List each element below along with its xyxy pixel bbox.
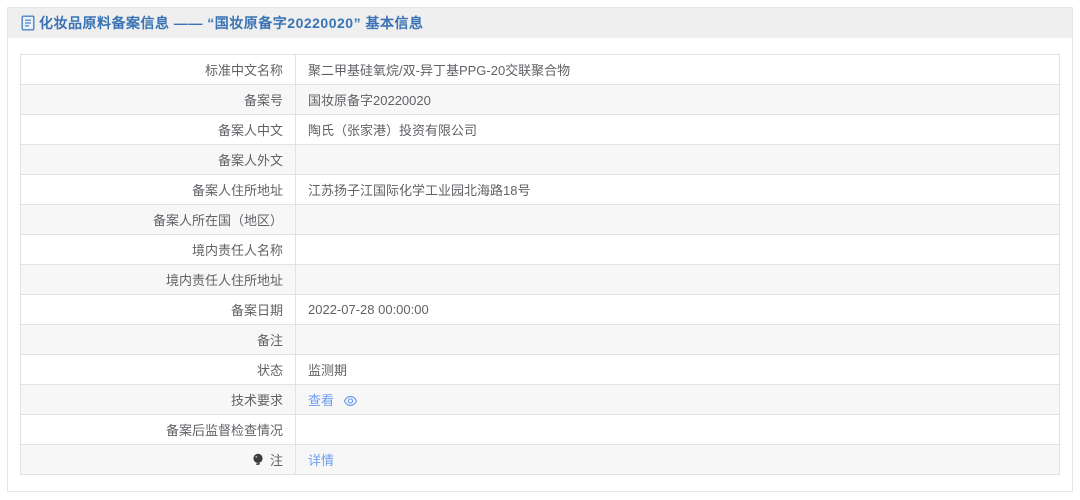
row-label: 技术要求 bbox=[21, 385, 296, 415]
table-row: 备案人所在国（地区） bbox=[21, 205, 1060, 235]
row-label: 备案人中文 bbox=[21, 115, 296, 145]
row-label: 备案日期 bbox=[21, 295, 296, 325]
row-label-text: 技术要求 bbox=[231, 393, 283, 408]
row-value-link[interactable]: 查看 bbox=[308, 393, 334, 408]
row-value-text: 江苏扬子江国际化学工业园北海路18号 bbox=[308, 183, 530, 198]
row-label-text: 备案人所在国（地区） bbox=[153, 213, 283, 228]
bulb-icon bbox=[252, 453, 264, 470]
filing-info-table: 标准中文名称 聚二甲基硅氧烷/双-异丁基PPG-20交联聚合物 备案号 bbox=[20, 54, 1060, 475]
table-row: 境内责任人名称 bbox=[21, 235, 1060, 265]
row-value: 2022-07-28 00:00:00 bbox=[296, 295, 1060, 325]
table-row: 备案人中文 陶氏（张家港）投资有限公司 bbox=[21, 115, 1060, 145]
row-value bbox=[296, 205, 1060, 235]
row-value-text: 聚二甲基硅氧烷/双-异丁基PPG-20交联聚合物 bbox=[308, 63, 570, 78]
row-label-text: 备注 bbox=[257, 333, 283, 348]
row-value-text: 国妆原备字20220020 bbox=[308, 93, 431, 108]
row-label-text: 标准中文名称 bbox=[205, 63, 283, 78]
table-row: 状态 监测期 bbox=[21, 355, 1060, 385]
row-label-text: 境内责任人名称 bbox=[192, 243, 283, 258]
page-title: 化妆品原料备案信息 —— “国妆原备字20220020” 基本信息 bbox=[39, 13, 423, 33]
table-row: 备案日期 2022-07-28 00:00:00 bbox=[21, 295, 1060, 325]
row-value-link[interactable]: 详情 bbox=[308, 453, 334, 468]
row-label-text: 境内责任人住所地址 bbox=[166, 273, 283, 288]
table-row: 境内责任人住所地址 bbox=[21, 265, 1060, 295]
row-label-text: 备案号 bbox=[244, 93, 283, 108]
table-body: 标准中文名称 聚二甲基硅氧烷/双-异丁基PPG-20交联聚合物 备案号 bbox=[21, 55, 1060, 475]
table-row: 备案人外文 bbox=[21, 145, 1060, 175]
table-row: 注 详情 bbox=[21, 445, 1060, 475]
row-value: 详情 bbox=[296, 445, 1060, 475]
row-label-text: 状态 bbox=[257, 363, 283, 378]
table-row: 技术要求 查看 bbox=[21, 385, 1060, 415]
row-label: 备注 bbox=[21, 325, 296, 355]
row-label-text: 备案日期 bbox=[231, 303, 283, 318]
row-value-text: 陶氏（张家港）投资有限公司 bbox=[308, 123, 477, 138]
row-label: 备案后监督检查情况 bbox=[21, 415, 296, 445]
row-value: 江苏扬子江国际化学工业园北海路18号 bbox=[296, 175, 1060, 205]
row-value-text: 监测期 bbox=[308, 363, 347, 378]
row-value bbox=[296, 145, 1060, 175]
row-value bbox=[296, 235, 1060, 265]
table-row: 备案人住所地址 江苏扬子江国际化学工业园北海路18号 bbox=[21, 175, 1060, 205]
row-label: 境内责任人住所地址 bbox=[21, 265, 296, 295]
row-value: 聚二甲基硅氧烷/双-异丁基PPG-20交联聚合物 bbox=[296, 55, 1060, 85]
page: 化妆品原料备案信息 —— “国妆原备字20220020” 基本信息 标准中文名称… bbox=[0, 0, 1080, 500]
row-label-text: 备案后监督检查情况 bbox=[166, 423, 283, 438]
row-value-text: 2022-07-28 00:00:00 bbox=[308, 302, 429, 317]
row-label-text: 备案人中文 bbox=[218, 123, 283, 138]
row-label: 状态 bbox=[21, 355, 296, 385]
row-value bbox=[296, 415, 1060, 445]
row-label: 注 bbox=[21, 445, 296, 475]
row-label-text: 备案人外文 bbox=[218, 153, 283, 168]
panel-header: 化妆品原料备案信息 —— “国妆原备字20220020” 基本信息 bbox=[8, 8, 1072, 38]
table-row: 备案号 国妆原备字20220020 bbox=[21, 85, 1060, 115]
table-row: 标准中文名称 聚二甲基硅氧烷/双-异丁基PPG-20交联聚合物 bbox=[21, 55, 1060, 85]
row-label: 备案人所在国（地区） bbox=[21, 205, 296, 235]
row-value: 查看 bbox=[296, 385, 1060, 415]
table-row: 备案后监督检查情况 bbox=[21, 415, 1060, 445]
row-value bbox=[296, 325, 1060, 355]
row-label: 备案人外文 bbox=[21, 145, 296, 175]
row-value: 陶氏（张家港）投资有限公司 bbox=[296, 115, 1060, 145]
row-label: 备案人住所地址 bbox=[21, 175, 296, 205]
row-label: 境内责任人名称 bbox=[21, 235, 296, 265]
row-label-text: 备案人住所地址 bbox=[192, 183, 283, 198]
row-label: 备案号 bbox=[21, 85, 296, 115]
row-label: 标准中文名称 bbox=[21, 55, 296, 85]
table-row: 备注 bbox=[21, 325, 1060, 355]
row-value: 国妆原备字20220020 bbox=[296, 85, 1060, 115]
filing-info-panel: 化妆品原料备案信息 —— “国妆原备字20220020” 基本信息 标准中文名称… bbox=[7, 7, 1073, 492]
row-value: 监测期 bbox=[296, 355, 1060, 385]
row-label-text: 注 bbox=[270, 453, 283, 468]
document-icon bbox=[21, 15, 35, 31]
row-value bbox=[296, 265, 1060, 295]
eye-icon bbox=[343, 395, 358, 410]
